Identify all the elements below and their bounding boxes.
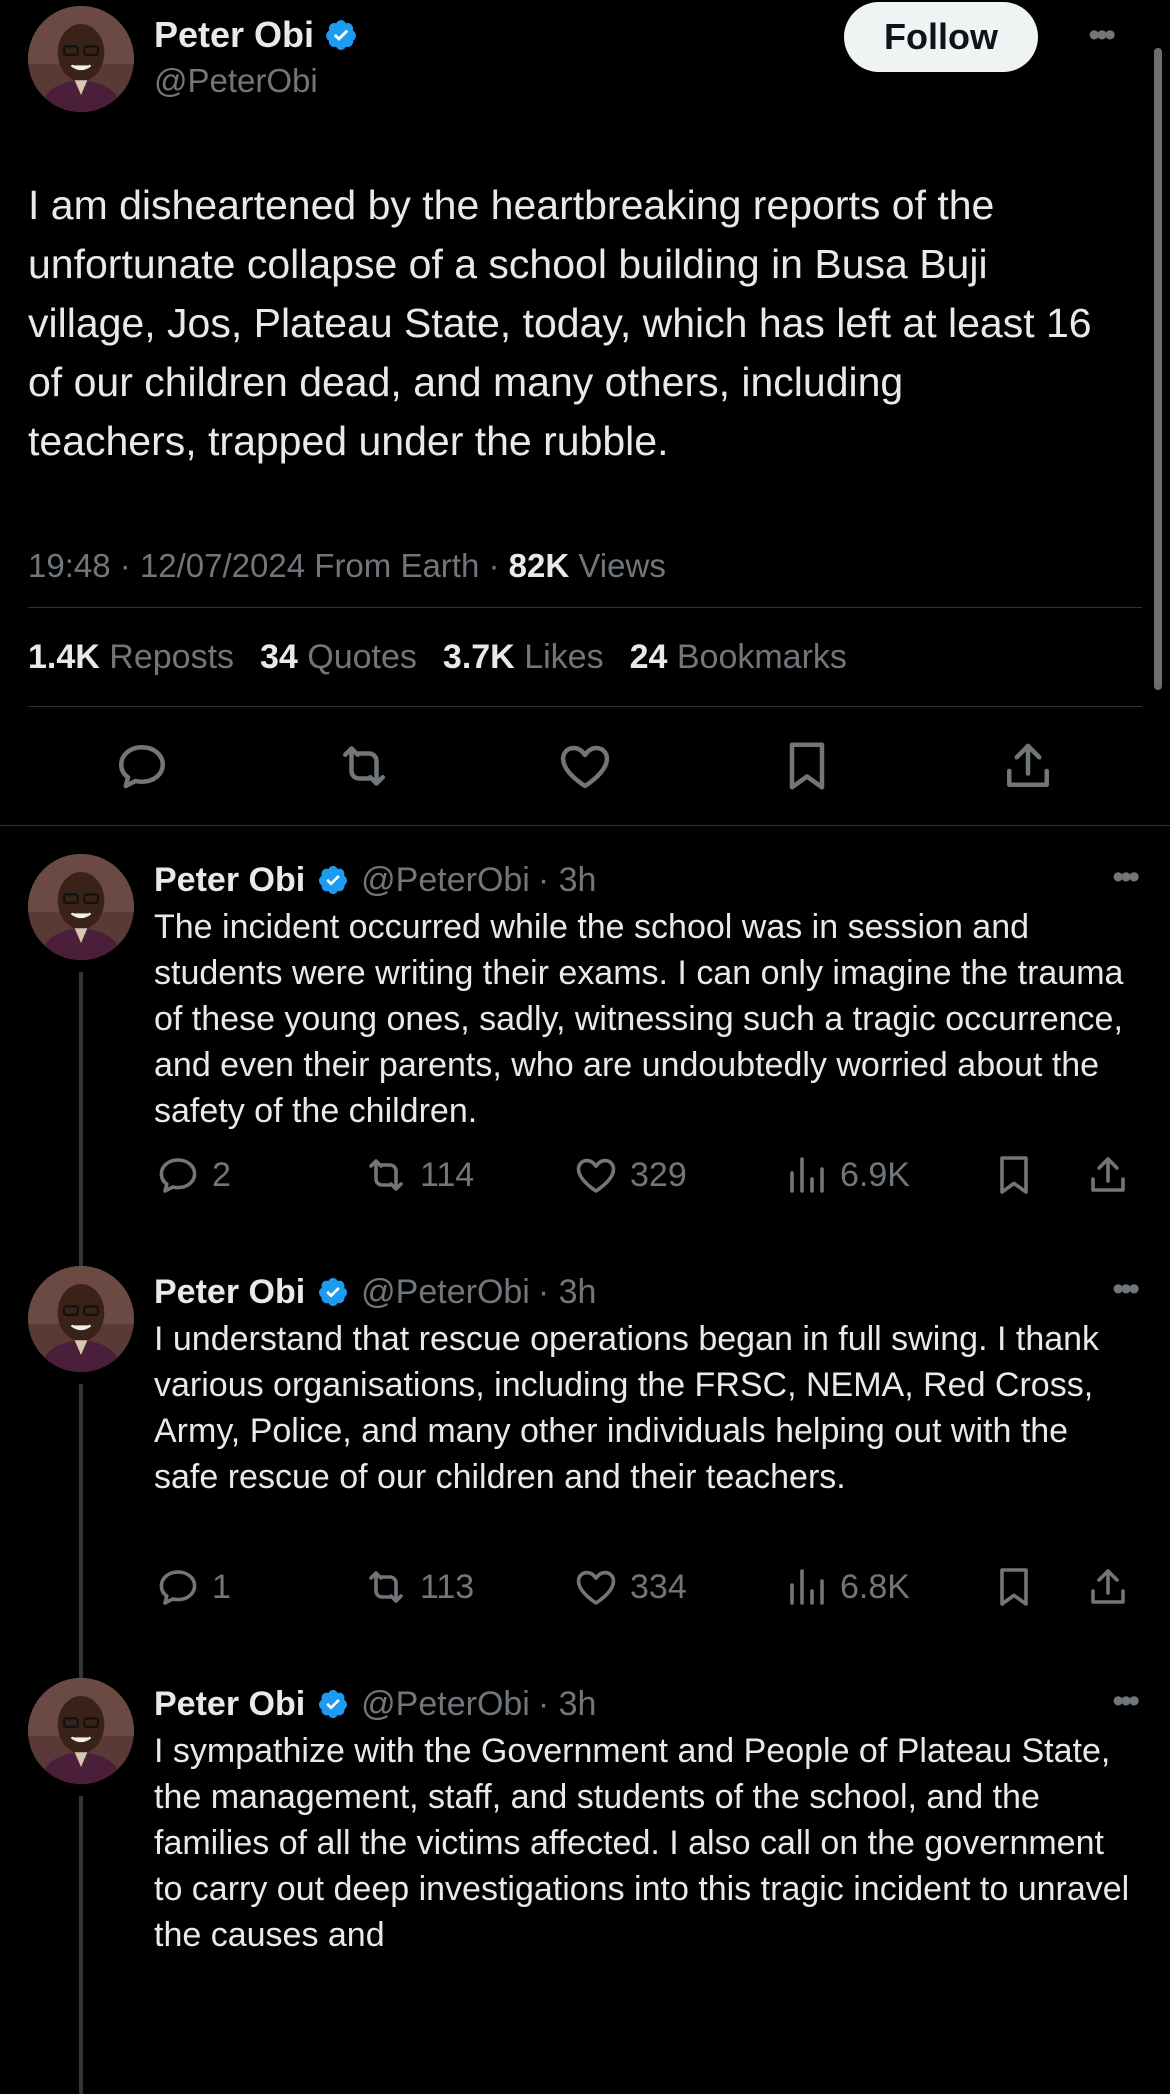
reply-count: 1 bbox=[212, 1567, 231, 1606]
author-block[interactable]: Peter Obi @PeterObi bbox=[154, 14, 358, 100]
reposts-stat[interactable]: 1.4K Reposts bbox=[28, 638, 234, 677]
likes-stat[interactable]: 3.7K Likes bbox=[443, 638, 604, 677]
bookmarks-count: 24 bbox=[629, 637, 668, 676]
like-icon bbox=[572, 1151, 620, 1199]
bookmarks-stat[interactable]: 24 Bookmarks bbox=[630, 638, 847, 677]
reply-count: 2 bbox=[212, 1155, 231, 1194]
reply-header: Peter Obi @PeterObi · 3h bbox=[154, 1270, 1136, 1314]
views-count: 6.8K bbox=[840, 1567, 910, 1606]
more-options-icon[interactable]: ••• bbox=[1112, 860, 1140, 894]
like-count: 329 bbox=[630, 1155, 687, 1194]
reposts-label: Reposts bbox=[109, 637, 235, 676]
views-count: 6.9K bbox=[840, 1155, 910, 1194]
like-count: 334 bbox=[630, 1567, 687, 1606]
reposts-count: 1.4K bbox=[28, 637, 100, 676]
main-tweet-header: Peter Obi @PeterObi Follow ••• bbox=[28, 0, 1142, 140]
tweet-actions bbox=[28, 707, 1142, 825]
repost-count: 113 bbox=[420, 1567, 475, 1606]
share-icon[interactable] bbox=[998, 736, 1058, 796]
verified-badge-icon bbox=[317, 1688, 349, 1720]
reply-actions: 1 113 334 6.8K bbox=[154, 1562, 1136, 1612]
more-options-icon[interactable]: ••• bbox=[1112, 1272, 1140, 1306]
author-handle[interactable]: @PeterObi bbox=[361, 861, 530, 900]
repost-button[interactable]: 114 bbox=[362, 1150, 474, 1200]
repost-button[interactable]: 113 bbox=[362, 1562, 474, 1612]
reply-tweet[interactable]: Peter Obi @PeterObi · 3h ••• I sympathiz… bbox=[0, 1650, 1170, 2094]
verified-badge-icon bbox=[317, 1276, 349, 1308]
reply-text: The incident occurred while the school w… bbox=[154, 908, 1124, 1130]
avatar[interactable] bbox=[28, 1678, 134, 1784]
tweet-time[interactable]: 19:48 bbox=[28, 547, 111, 584]
views-icon bbox=[782, 1151, 830, 1199]
thread-line bbox=[79, 1384, 83, 1682]
views-icon bbox=[782, 1563, 830, 1611]
engagement-stats: 1.4K Reposts 34 Quotes 3.7K Likes 24 Boo… bbox=[28, 608, 1142, 706]
avatar[interactable] bbox=[28, 1266, 134, 1372]
verified-badge-icon bbox=[324, 18, 358, 52]
author-name[interactable]: Peter Obi bbox=[154, 14, 314, 56]
repost-icon bbox=[362, 1563, 410, 1611]
share-icon[interactable] bbox=[1084, 1150, 1132, 1200]
thread-line bbox=[79, 1796, 83, 2094]
more-options-icon[interactable]: ••• bbox=[1112, 1684, 1140, 1718]
bookmark-icon[interactable] bbox=[990, 1562, 1038, 1612]
views-button[interactable]: 6.8K bbox=[782, 1562, 910, 1612]
tweet-age[interactable]: · 3h bbox=[538, 1273, 597, 1312]
reply-icon bbox=[154, 1563, 202, 1611]
reply-button[interactable]: 2 bbox=[154, 1150, 231, 1200]
like-icon[interactable] bbox=[555, 736, 615, 796]
quotes-label: Quotes bbox=[307, 637, 417, 676]
reply-icon bbox=[154, 1151, 202, 1199]
likes-count: 3.7K bbox=[442, 637, 515, 676]
tweet-text: I am disheartened by the heartbreaking r… bbox=[28, 182, 1092, 464]
likes-label: Likes bbox=[524, 637, 604, 676]
author-handle[interactable]: @PeterObi bbox=[154, 62, 358, 100]
bookmarks-label: Bookmarks bbox=[676, 637, 847, 676]
like-icon bbox=[572, 1563, 620, 1611]
repost-icon bbox=[362, 1151, 410, 1199]
reply-header: Peter Obi @PeterObi · 3h bbox=[154, 858, 1136, 902]
views-count: 82K bbox=[508, 547, 570, 584]
tweet-meta: 19:48 · 12/07/2024 From Earth · 82K View… bbox=[28, 547, 666, 584]
verified-badge-icon bbox=[317, 864, 349, 896]
author-handle[interactable]: @PeterObi bbox=[361, 1685, 530, 1724]
author-name[interactable]: Peter Obi bbox=[154, 861, 305, 900]
repost-count: 114 bbox=[420, 1155, 475, 1194]
thread-line bbox=[79, 972, 83, 1270]
bookmark-icon[interactable] bbox=[990, 1150, 1038, 1200]
main-tweet: Peter Obi @PeterObi Follow ••• I am dish… bbox=[0, 0, 1170, 825]
reply-tweet[interactable]: Peter Obi @PeterObi · 3h ••• I understan… bbox=[0, 1238, 1170, 1682]
share-icon[interactable] bbox=[1084, 1562, 1132, 1612]
quotes-count: 34 bbox=[260, 637, 298, 676]
tweet-age[interactable]: · 3h bbox=[538, 861, 597, 900]
tweet-age[interactable]: · 3h bbox=[538, 1685, 597, 1724]
author-handle[interactable]: @PeterObi bbox=[361, 1273, 530, 1312]
bookmark-icon[interactable] bbox=[777, 736, 837, 796]
quotes-stat[interactable]: 34 Quotes bbox=[260, 638, 417, 677]
like-button[interactable]: 334 bbox=[572, 1562, 687, 1612]
like-button[interactable]: 329 bbox=[572, 1150, 687, 1200]
tweet-source: From Earth bbox=[314, 547, 480, 584]
avatar[interactable] bbox=[28, 854, 134, 960]
tweet-date[interactable]: 12/07/2024 bbox=[140, 547, 305, 584]
reply-text: I understand that rescue operations bega… bbox=[154, 1320, 1100, 1496]
reply-actions: 2 114 329 6.9K bbox=[154, 1150, 1136, 1200]
reply-button[interactable]: 1 bbox=[154, 1562, 231, 1612]
avatar[interactable] bbox=[28, 6, 134, 112]
views-button[interactable]: 6.9K bbox=[782, 1150, 910, 1200]
repost-icon[interactable] bbox=[334, 736, 394, 796]
views-label: Views bbox=[578, 547, 666, 584]
reply-text: I sympathize with the Government and Peo… bbox=[154, 1732, 1130, 1954]
reply-header: Peter Obi @PeterObi · 3h bbox=[154, 1682, 1136, 1726]
author-name[interactable]: Peter Obi bbox=[154, 1685, 305, 1724]
follow-button[interactable]: Follow bbox=[844, 2, 1038, 72]
author-name[interactable]: Peter Obi bbox=[154, 1273, 305, 1312]
reply-tweet[interactable]: Peter Obi @PeterObi · 3h ••• The inciden… bbox=[0, 826, 1170, 1270]
reply-icon[interactable] bbox=[112, 736, 172, 796]
more-options-icon[interactable]: ••• bbox=[1088, 18, 1116, 52]
